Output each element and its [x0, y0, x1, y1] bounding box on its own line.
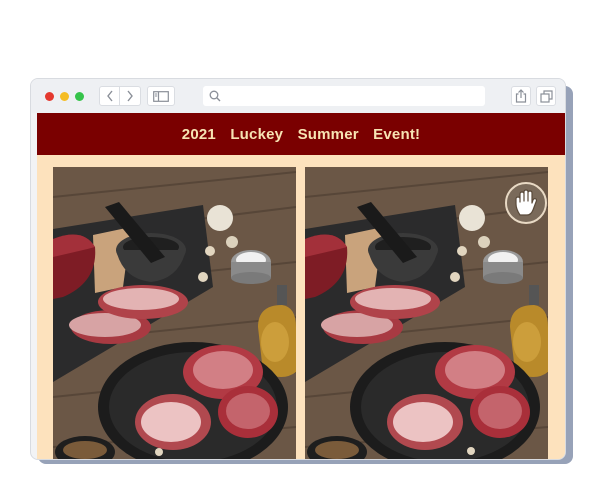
back-button[interactable] — [99, 86, 120, 106]
minimize-window-button[interactable] — [60, 92, 69, 101]
zoom-window-button[interactable] — [75, 92, 84, 101]
sidebar-button[interactable] — [147, 86, 175, 106]
share-icon — [515, 89, 527, 103]
tabs-icon — [539, 89, 553, 103]
close-window-button[interactable] — [45, 92, 54, 101]
page-header: 2021 Luckey Summer Event! — [37, 113, 565, 155]
browser-window: 2021 Luckey Summer Event! — [30, 78, 566, 460]
left-image-panel[interactable] — [53, 167, 296, 459]
sidebar-icon — [153, 90, 169, 102]
hand-icon — [515, 189, 538, 216]
hint-button[interactable] — [505, 182, 547, 224]
chevron-left-icon — [106, 90, 113, 102]
page-title: 2021 Luckey Summer Event! — [181, 125, 421, 143]
share-button[interactable] — [511, 86, 531, 106]
forward-button[interactable] — [120, 86, 141, 106]
chevron-right-icon — [127, 90, 133, 102]
search-icon — [209, 90, 221, 102]
game-area — [37, 155, 565, 459]
right-image-panel[interactable] — [305, 167, 548, 459]
browser-toolbar — [31, 79, 565, 113]
tabs-button[interactable] — [536, 86, 556, 106]
steak-board-original-image — [53, 167, 296, 459]
address-bar[interactable] — [203, 86, 485, 106]
